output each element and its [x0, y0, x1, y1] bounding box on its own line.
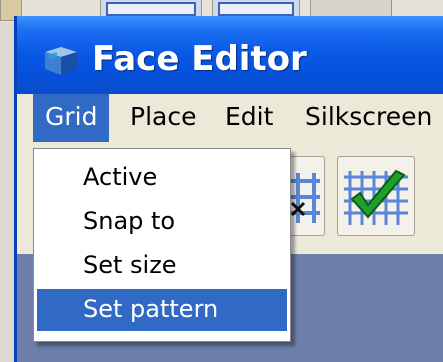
cube-icon: [45, 47, 77, 75]
menu-item-set-pattern[interactable]: Set pattern: [37, 289, 287, 331]
grid-dropdown-menu: Active Snap to Set size Set pattern: [33, 148, 291, 342]
menu-silkscreen[interactable]: Silkscreen: [293, 94, 443, 142]
menu-grid[interactable]: Grid: [33, 94, 110, 142]
menu-item-set-size[interactable]: Set size: [37, 245, 287, 287]
window-title: Face Editor: [92, 39, 307, 79]
grid-check-button[interactable]: [337, 156, 415, 236]
menu-bar: Grid Place Edit Silkscreen: [17, 94, 443, 143]
menu-item-snap-to[interactable]: Snap to: [37, 201, 287, 243]
menu-item-active[interactable]: Active: [37, 157, 287, 199]
menu-place[interactable]: Place: [118, 94, 208, 142]
grid-check-icon: [344, 169, 408, 225]
menu-edit[interactable]: Edit: [213, 94, 285, 142]
title-bar[interactable]: Face Editor: [17, 16, 443, 94]
